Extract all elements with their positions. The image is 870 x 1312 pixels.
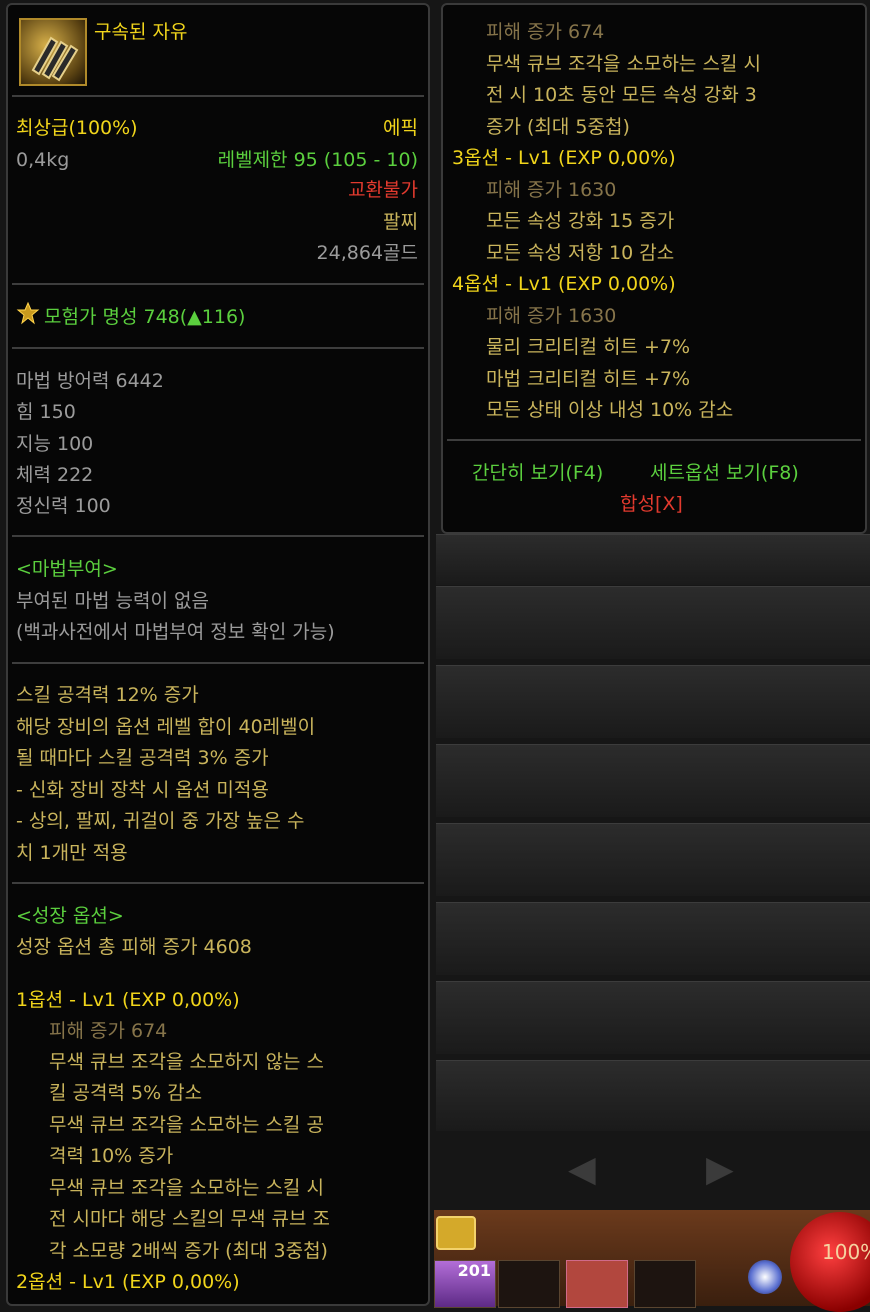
divider bbox=[12, 283, 424, 285]
option-line: 피해 증가 1630 bbox=[486, 179, 617, 201]
option-line: 전 시 10초 동안 모든 속성 강화 3 bbox=[486, 84, 757, 106]
effect-line: 될 때마다 스킬 공격력 3% 증가 bbox=[16, 747, 269, 769]
option4-header: 4옵션 - Lv1 (EXP 0,00%) bbox=[452, 273, 676, 295]
stat-line: 지능 100 bbox=[16, 433, 94, 455]
option-line: 증가 (최대 5중첩) bbox=[486, 116, 630, 138]
hp-orb: 100% bbox=[790, 1212, 870, 1312]
divider bbox=[12, 535, 424, 537]
list-slot[interactable] bbox=[436, 534, 870, 585]
option-line: 마법 크리티컬 히트 +7% bbox=[486, 368, 691, 390]
slot-type: 팔찌 bbox=[383, 211, 418, 233]
stat-line: 정신력 100 bbox=[16, 495, 111, 517]
item-tooltip-main: 구속된 자유 최상급(100%) 에픽 0,4kg 레벨제한 95 (105 -… bbox=[6, 3, 430, 1306]
quick-slot[interactable] bbox=[566, 1260, 628, 1308]
reputation-value: 모험가 명성 748( bbox=[44, 306, 188, 328]
reputation-delta: ▲116) bbox=[187, 306, 246, 328]
option3-header: 3옵션 - Lv1 (EXP 0,00%) bbox=[452, 147, 676, 169]
growth-total: 성장 옵션 총 피해 증가 4608 bbox=[16, 936, 252, 958]
set-option-view-button[interactable]: 세트옵션 보기(F8) bbox=[650, 458, 799, 488]
list-slot[interactable] bbox=[436, 665, 870, 738]
option-line: 모든 상태 이상 내성 10% 감소 bbox=[486, 399, 734, 421]
enchant-line: (백과사전에서 마법부여 정보 확인 가능) bbox=[16, 621, 335, 643]
hp-percent: 100% bbox=[822, 1240, 870, 1264]
reputation-icon bbox=[16, 301, 40, 325]
list-slot[interactable] bbox=[436, 586, 870, 659]
option-line: 피해 증가 674 bbox=[486, 21, 605, 43]
option-line: 킬 공격력 5% 감소 bbox=[49, 1082, 203, 1104]
stat-line: 힘 150 bbox=[16, 401, 76, 423]
option-line: 무색 큐브 조각을 소모하는 스킬 공 bbox=[49, 1114, 324, 1136]
item-rarity: 에픽 bbox=[383, 117, 418, 139]
item-grade: 최상급(100%) bbox=[16, 117, 138, 139]
stat-line: 체력 222 bbox=[16, 464, 94, 486]
trade-status: 교환불가 bbox=[348, 179, 418, 201]
divider bbox=[12, 347, 424, 349]
option-line: 모든 속성 강화 15 증가 bbox=[486, 210, 675, 232]
option2-header: 2옵션 - Lv1 (EXP 0,00%) bbox=[16, 1271, 240, 1293]
quick-slot[interactable]: 201 bbox=[434, 1260, 496, 1308]
list-slot[interactable] bbox=[436, 1060, 870, 1131]
divider bbox=[12, 882, 424, 884]
quick-slot-count: 201 bbox=[457, 1261, 491, 1280]
game-hud: 201 100% bbox=[434, 1210, 870, 1312]
option-line: 무색 큐브 조각을 소모하는 스킬 시 bbox=[49, 1177, 324, 1199]
synthesis-button[interactable]: 합성[X] bbox=[620, 489, 683, 519]
orb-icon bbox=[748, 1260, 782, 1294]
enchant-title: <마법부여> bbox=[16, 558, 118, 580]
reputation: 모험가 명성 748(▲116) bbox=[44, 302, 245, 332]
divider bbox=[12, 95, 424, 97]
page-next-arrow[interactable]: ▶ bbox=[706, 1150, 734, 1190]
divider bbox=[12, 662, 424, 664]
list-slot[interactable] bbox=[436, 981, 870, 1054]
option1-header: 1옵션 - Lv1 (EXP 0,00%) bbox=[16, 989, 240, 1011]
list-slot[interactable] bbox=[436, 902, 870, 975]
level-limit: 레벨제한 95 (105 - 10) bbox=[217, 149, 418, 171]
quick-slot[interactable] bbox=[498, 1260, 560, 1308]
option-line: 피해 증가 1630 bbox=[486, 305, 617, 327]
option-line: 격력 10% 증가 bbox=[49, 1145, 174, 1167]
stat-line: 마법 방어력 6442 bbox=[16, 370, 164, 392]
chest-icon bbox=[436, 1216, 476, 1250]
effect-line: - 신화 장비 장착 시 옵션 미적용 bbox=[16, 779, 269, 801]
enchant-line: 부여된 마법 능력이 없음 bbox=[16, 590, 209, 612]
divider bbox=[447, 439, 861, 441]
list-slot[interactable] bbox=[436, 823, 870, 896]
option-line: 피해 증가 674 bbox=[49, 1020, 168, 1042]
item-weight: 0,4kg bbox=[16, 149, 70, 171]
growth-title: <성장 옵션> bbox=[16, 905, 124, 927]
quick-slot[interactable] bbox=[634, 1260, 696, 1308]
effect-line: 해당 장비의 옵션 레벨 합이 40레벨이 bbox=[16, 716, 316, 738]
item-icon bbox=[19, 18, 87, 86]
effect-line: 스킬 공격력 12% 증가 bbox=[16, 684, 199, 706]
simple-view-button[interactable]: 간단히 보기(F4) bbox=[472, 458, 603, 488]
effect-line: 치 1개만 적용 bbox=[16, 842, 128, 864]
option-line: 물리 크리티컬 히트 +7% bbox=[486, 336, 691, 358]
bracelet-claw-icon bbox=[31, 36, 79, 82]
effect-line: - 상의, 팔찌, 귀걸이 중 가장 높은 수 bbox=[16, 810, 305, 832]
option-line: 무색 큐브 조각을 소모하지 않는 스 bbox=[49, 1051, 324, 1073]
item-tooltip-continued: 피해 증가 674 무색 큐브 조각을 소모하는 스킬 시 전 시 10초 동안… bbox=[441, 3, 867, 534]
list-slot[interactable] bbox=[436, 744, 870, 817]
option-line: 전 시마다 해당 스킬의 무색 큐브 조 bbox=[49, 1208, 330, 1230]
item-price: 24,864골드 bbox=[316, 242, 418, 264]
option-line: 무색 큐브 조각을 소모하는 스킬 시 bbox=[486, 53, 761, 75]
option-line: 각 소모량 2배씩 증가 (최대 3중첩) bbox=[49, 1240, 328, 1262]
page-prev-arrow[interactable]: ◀ bbox=[568, 1150, 596, 1190]
item-name: 구속된 자유 bbox=[94, 21, 188, 43]
option-line: 모든 속성 저항 10 감소 bbox=[486, 242, 675, 264]
